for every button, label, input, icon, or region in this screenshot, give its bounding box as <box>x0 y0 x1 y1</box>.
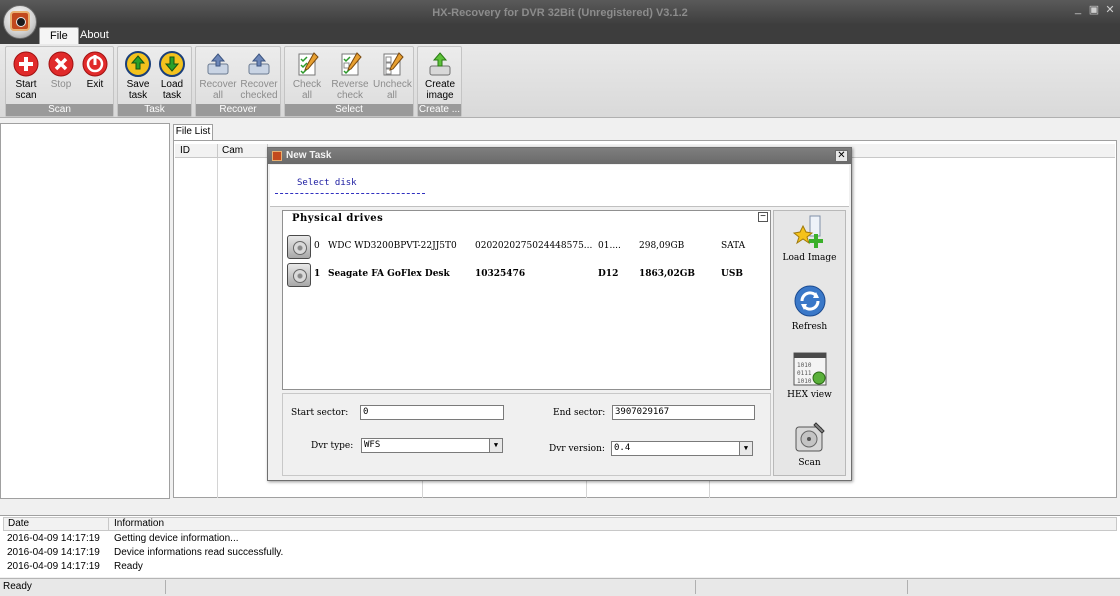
start-scan-button[interactable]: Start scan <box>9 49 43 101</box>
ribbon-group-task: Save task Load task Task <box>117 46 192 117</box>
dialog-close-button[interactable]: ✕ <box>835 150 848 162</box>
save-task-button[interactable]: Save task <box>121 49 155 101</box>
start-sector-input[interactable]: 0 <box>360 405 504 420</box>
dvr-type-label: Dvr type: <box>311 441 354 451</box>
window-title: HX-Recovery for DVR 32Bit (Unregistered)… <box>432 7 688 19</box>
close-icon[interactable]: ✕ <box>1104 3 1116 19</box>
log-column-date[interactable]: Date <box>4 517 109 531</box>
recover-all-button[interactable]: Recover all <box>199 49 237 101</box>
collapse-icon[interactable]: − <box>758 212 768 222</box>
tab-file-list[interactable]: File List <box>173 124 213 140</box>
load-task-icon <box>159 51 185 77</box>
recover-checked-icon <box>248 53 270 75</box>
chevron-down-icon: ▼ <box>739 442 752 455</box>
column-header-id[interactable]: ID <box>176 144 218 158</box>
drives-group-title: Physical drives <box>292 213 384 224</box>
close-icon: ✕ <box>837 150 846 161</box>
group-label-recover: Recover <box>196 104 280 116</box>
hard-drive-icon <box>287 263 311 287</box>
create-image-icon <box>429 52 451 76</box>
add-icon <box>13 51 39 77</box>
create-image-button[interactable]: Create image <box>420 49 460 101</box>
drive-row[interactable]: 0 WDC WD3200BPVT-22JJ5T0 020202027502444… <box>284 234 764 260</box>
group-label-create: Create ... <box>418 104 461 116</box>
check-all-button[interactable]: Check all <box>288 49 326 101</box>
status-separator <box>907 580 908 594</box>
window-controls: _ ▣ ✕ <box>1072 3 1116 19</box>
refresh-button[interactable]: Refresh <box>774 283 845 332</box>
tab-about[interactable]: About <box>70 27 119 44</box>
group-label-scan: Scan <box>6 104 113 116</box>
refresh-icon <box>794 285 825 317</box>
group-label-task: Task <box>118 104 191 116</box>
stop-button[interactable]: Stop <box>45 49 77 90</box>
disk-scan-icon <box>795 422 825 452</box>
log-row: 2016-04-09 14:17:19 Getting device infor… <box>7 533 239 544</box>
end-sector-label: End sector: <box>553 408 606 418</box>
end-sector-input[interactable]: 3907029167 <box>612 405 755 420</box>
uncheck-all-button[interactable]: Uncheck all <box>373 49 412 101</box>
log-row: 2016-04-09 14:17:19 Device informations … <box>7 547 284 558</box>
reverse-check-icon <box>341 52 362 76</box>
drive-row[interactable]: 1 Seagate FA GoFlex Desk 10325476 D12 18… <box>284 262 764 288</box>
minimize-icon[interactable]: _ <box>1072 3 1084 19</box>
svg-text:1010: 1010 <box>797 378 812 385</box>
column-header-cam[interactable]: Cam <box>218 144 268 158</box>
hex-view-button[interactable]: 1010 0111 1010 HEX view <box>774 351 845 400</box>
status-separator <box>165 580 166 594</box>
dvr-version-label: Dvr version: <box>549 444 605 454</box>
recover-checked-button[interactable]: Recover checked <box>239 49 279 101</box>
hard-drive-icon <box>287 235 311 259</box>
checklist-icon <box>298 52 319 76</box>
dialog-title: New Task <box>286 150 332 161</box>
status-bar <box>0 578 1120 596</box>
stop-icon <box>48 51 74 77</box>
ribbon-group-select: Check all Reverse check Uncheck all Sele… <box>284 46 414 117</box>
exit-button[interactable]: Exit <box>79 49 111 90</box>
folder-tree-panel[interactable] <box>0 123 170 499</box>
load-task-button[interactable]: Load task <box>155 49 189 101</box>
dvr-type-select[interactable]: WFS ▼ <box>361 438 503 453</box>
subtitle-underline <box>275 193 425 194</box>
ribbon-group-recover: Recover all Recover checked Recover <box>195 46 281 117</box>
log-column-information[interactable]: Information <box>110 517 310 531</box>
uncheck-icon <box>383 52 404 76</box>
dvr-version-select[interactable]: 0.4 ▼ <box>611 441 753 456</box>
chevron-down-icon: ▼ <box>489 439 502 452</box>
ribbon-group-scan: Start scan Stop Exit Scan <box>5 46 114 117</box>
ribbon-group-create: Create image Create ... <box>417 46 462 117</box>
save-task-icon <box>125 51 151 77</box>
start-sector-label: Start sector: <box>291 408 349 418</box>
svg-text:0111: 0111 <box>797 370 812 377</box>
column-divider <box>217 158 218 498</box>
status-text: Ready <box>3 581 32 592</box>
recover-all-icon <box>207 53 229 75</box>
hex-view-icon: 101001111010 <box>793 352 826 386</box>
power-icon <box>82 51 108 77</box>
reverse-check-button[interactable]: Reverse check <box>330 49 370 101</box>
dialog-subtitle: Select disk <box>297 178 357 188</box>
svg-text:1010: 1010 <box>797 362 812 369</box>
scan-button[interactable]: Scan <box>774 419 845 468</box>
app-logo-icon <box>10 11 30 31</box>
group-label-select: Select <box>285 104 413 116</box>
load-image-button[interactable]: Load Image <box>774 214 845 263</box>
dialog-app-icon <box>272 151 282 161</box>
status-separator <box>695 580 696 594</box>
restore-icon[interactable]: ▣ <box>1088 3 1100 19</box>
log-row: 2016-04-09 14:17:19 Ready <box>7 561 143 572</box>
dialog-title-bar[interactable] <box>268 148 851 164</box>
menu-tab-bar <box>0 24 1120 44</box>
load-image-icon <box>792 215 823 248</box>
